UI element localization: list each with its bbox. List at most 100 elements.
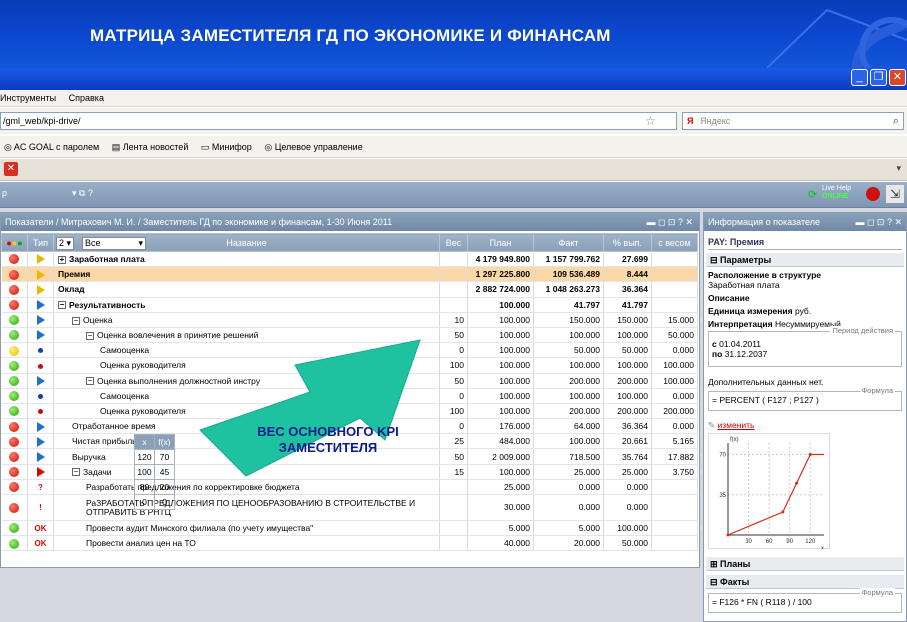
kpi-name-cell[interactable]: Самооценка	[53, 388, 440, 404]
plan-cell: 25.000	[467, 479, 534, 496]
toolbar-dropdown-icon[interactable]: ▾ ⧉ ?	[72, 188, 93, 199]
toolbar-menu-label[interactable]: р	[2, 188, 7, 198]
kpi-name-cell[interactable]: − Задачи	[53, 464, 440, 480]
bookmark-minifor[interactable]: ▭ Минифор	[201, 142, 252, 152]
kpi-row[interactable]: − Задачи 15 100.000 25.000 25.000 3.750	[1, 464, 698, 480]
column-header-type[interactable]: Тип	[27, 233, 54, 252]
close-tab-icon[interactable]: ✕	[4, 162, 18, 176]
flag-icon	[36, 254, 45, 265]
kpi-row[interactable]: Оценка руководителя 100 100.000 100.000 100.…	[1, 357, 698, 374]
kpi-name-cell[interactable]: РаЗРАБОТАТЬ ПРЕДЛОЖЕНИЯ ПО ЦЕНООБРАЗОВАН…	[53, 494, 440, 521]
kpi-name-cell[interactable]: − Оценка	[53, 312, 440, 328]
maximize-button[interactable]: ❐	[870, 69, 887, 86]
expand-toggle-icon[interactable]: −	[72, 468, 80, 477]
kpi-name-cell[interactable]: − Оценка вовлечения в принятие решений	[53, 327, 440, 344]
fact-cell[interactable]: 20.000	[533, 535, 604, 552]
kpi-row[interactable]: ? Разработать предложения по корректировк…	[1, 479, 698, 496]
kpi-name-cell[interactable]: − Оценка выполнения должностной инстру	[53, 373, 440, 389]
bookmark-acgoal[interactable]: ◎ AC GOAL с паролем	[4, 142, 99, 152]
kpi-row[interactable]: − Оценка выполнения должностной инстру 50 1…	[1, 373, 698, 389]
column-header-pct[interactable]: % вып.	[603, 233, 652, 252]
fact-cell[interactable]: 25.000	[533, 464, 604, 480]
expand-toggle-icon[interactable]: −	[72, 316, 80, 325]
kpi-name-cell[interactable]: Разработать предложения по корректировке…	[53, 479, 440, 496]
kpi-row[interactable]: + Заработная плата 4 179 949.800 1 157 799.…	[1, 251, 698, 268]
fact-cell[interactable]: 109 536.489	[533, 266, 604, 283]
fact-cell[interactable]: 0.000	[533, 494, 604, 521]
minimize-button[interactable]: _	[851, 69, 868, 86]
kpi-row[interactable]: − Результативность 100.000 41.797 41.797	[1, 297, 698, 313]
weighted-cell: 15.000	[651, 312, 698, 328]
level-select[interactable]: 2 ▾	[56, 237, 75, 250]
kpi-row[interactable]: − Оценка 10 100.000 150.000 150.000 15.000	[1, 312, 698, 328]
menu-tools[interactable]: Инструменты	[0, 93, 56, 103]
column-header-name[interactable]: 2 ▾ Все ▾ Название	[53, 233, 440, 252]
collapse-icon[interactable]: ⇲	[886, 185, 904, 203]
live-help-icon[interactable]: ⟳	[808, 188, 817, 201]
kpi-row[interactable]: Самооценка 0 100.000 50.000 50.000 0.000	[1, 342, 698, 359]
kpi-row[interactable]: OK Провести анализ цен на ТО 40.000 20.000 5…	[1, 535, 698, 552]
search-field[interactable]: Я Яндекс ⌕	[682, 112, 904, 130]
kpi-name-cell[interactable]: Провести анализ цен на ТО	[53, 535, 440, 552]
kpi-name-cell[interactable]: Оклад	[53, 281, 440, 298]
expand-toggle-icon[interactable]: +	[58, 255, 66, 264]
column-header-plan[interactable]: План	[467, 233, 534, 252]
kpi-row[interactable]: − Оценка вовлечения в принятие решений 50 1…	[1, 327, 698, 344]
expand-toggle-icon[interactable]: −	[86, 331, 94, 340]
fact-cell[interactable]: 1 157 799.762	[533, 251, 604, 268]
menu-help[interactable]: Справка	[69, 93, 104, 103]
fact-cell[interactable]: 100.000	[533, 388, 604, 404]
weight-cell	[439, 281, 468, 298]
kpi-row[interactable]: Самооценка 0 100.000 100.000 100.000 0.000	[1, 388, 698, 404]
fact-formula-fieldset: Формула = F126 * FN ( R118 ) / 100	[708, 588, 902, 613]
kpi-row[interactable]: Оклад 2 882 724.000 1 048 263.273 36.364	[1, 281, 698, 298]
fact-cell[interactable]: 50.000	[533, 342, 604, 359]
filter-select[interactable]: Все ▾	[82, 237, 146, 250]
kpi-row[interactable]: Оценка руководителя 100 100.000 200.000 200.…	[1, 403, 698, 420]
expand-toggle-icon[interactable]: −	[58, 301, 66, 310]
fx-table-cell: 80	[134, 479, 155, 495]
plans-section[interactable]: ⊞ Планы	[706, 557, 904, 571]
fact-cell[interactable]: 64.000	[533, 418, 604, 435]
column-header-fact[interactable]: Факт	[533, 233, 604, 252]
kpi-name-cell[interactable]: Премия	[53, 266, 440, 283]
search-icon[interactable]: ⌕	[893, 113, 899, 129]
fact-cell[interactable]: 0.000	[533, 479, 604, 496]
bookmark-target[interactable]: ◎ Целевое управление	[264, 142, 362, 152]
logout-icon[interactable]	[866, 187, 880, 201]
kpi-name-cell[interactable]: + Заработная плата	[53, 251, 440, 268]
fact-cell[interactable]: 41.797	[533, 297, 604, 313]
kpi-name-cell[interactable]: Провести аудит Минского филиала (по учет…	[53, 520, 440, 537]
fact-cell[interactable]: 718.500	[533, 448, 604, 465]
change-link[interactable]: ✎ изменить	[708, 420, 754, 431]
kpi-row[interactable]: Премия 1 297 225.800 109 536.489 8.444	[1, 266, 698, 283]
kpi-row[interactable]: ! РаЗРАБОТАТЬ ПРЕДЛОЖЕНИЯ ПО ЦЕНООБРАЗОВА…	[1, 494, 698, 521]
fact-cell[interactable]: 100.000	[533, 357, 604, 374]
kpi-row[interactable]: OK Провести аудит Минского филиала (по уч…	[1, 520, 698, 537]
star-icon[interactable]: ☆	[645, 114, 656, 128]
kpi-name-cell[interactable]: − Результативность	[53, 297, 440, 313]
kpi-name-cell[interactable]: Оценка руководителя	[53, 357, 440, 374]
address-field[interactable]: /gml_web/kpi-drive/	[0, 112, 677, 130]
fact-cell[interactable]: 200.000	[533, 373, 604, 389]
info-panel-window-icons[interactable]: ▬ ◻ ⊡ ? ✕	[855, 213, 902, 231]
fact-cell[interactable]: 100.000	[533, 327, 604, 344]
column-header-weighted[interactable]: с весом	[651, 233, 698, 252]
kpi-name-cell[interactable]: Оценка руководителя	[53, 403, 440, 420]
kpi-name-cell[interactable]: Самооценка	[53, 342, 440, 359]
fact-cell[interactable]: 150.000	[533, 312, 604, 328]
tab-list-icon[interactable]: ▾	[896, 163, 901, 174]
close-window-button[interactable]: ✕	[889, 69, 906, 86]
bookmark-news[interactable]: ▤ Лента новостей	[112, 142, 189, 152]
panel-window-icons[interactable]: ▬ ◻ ⊡ ? ✕	[646, 213, 693, 231]
fact-cell[interactable]: 1 048 263.273	[533, 281, 604, 298]
fact-cell[interactable]: 5.000	[533, 520, 604, 537]
x-tick-label: 60	[766, 539, 773, 545]
facts-section[interactable]: ⊟ Факты	[706, 575, 904, 589]
live-help-label[interactable]: Live Help ONLINE	[822, 185, 851, 201]
fact-cell[interactable]: 200.000	[533, 403, 604, 420]
column-header-weight[interactable]: Вес	[439, 233, 468, 252]
fact-cell[interactable]: 100.000	[533, 433, 604, 450]
params-section[interactable]: ⊟ Параметры	[706, 253, 904, 267]
expand-toggle-icon[interactable]: −	[86, 377, 94, 386]
